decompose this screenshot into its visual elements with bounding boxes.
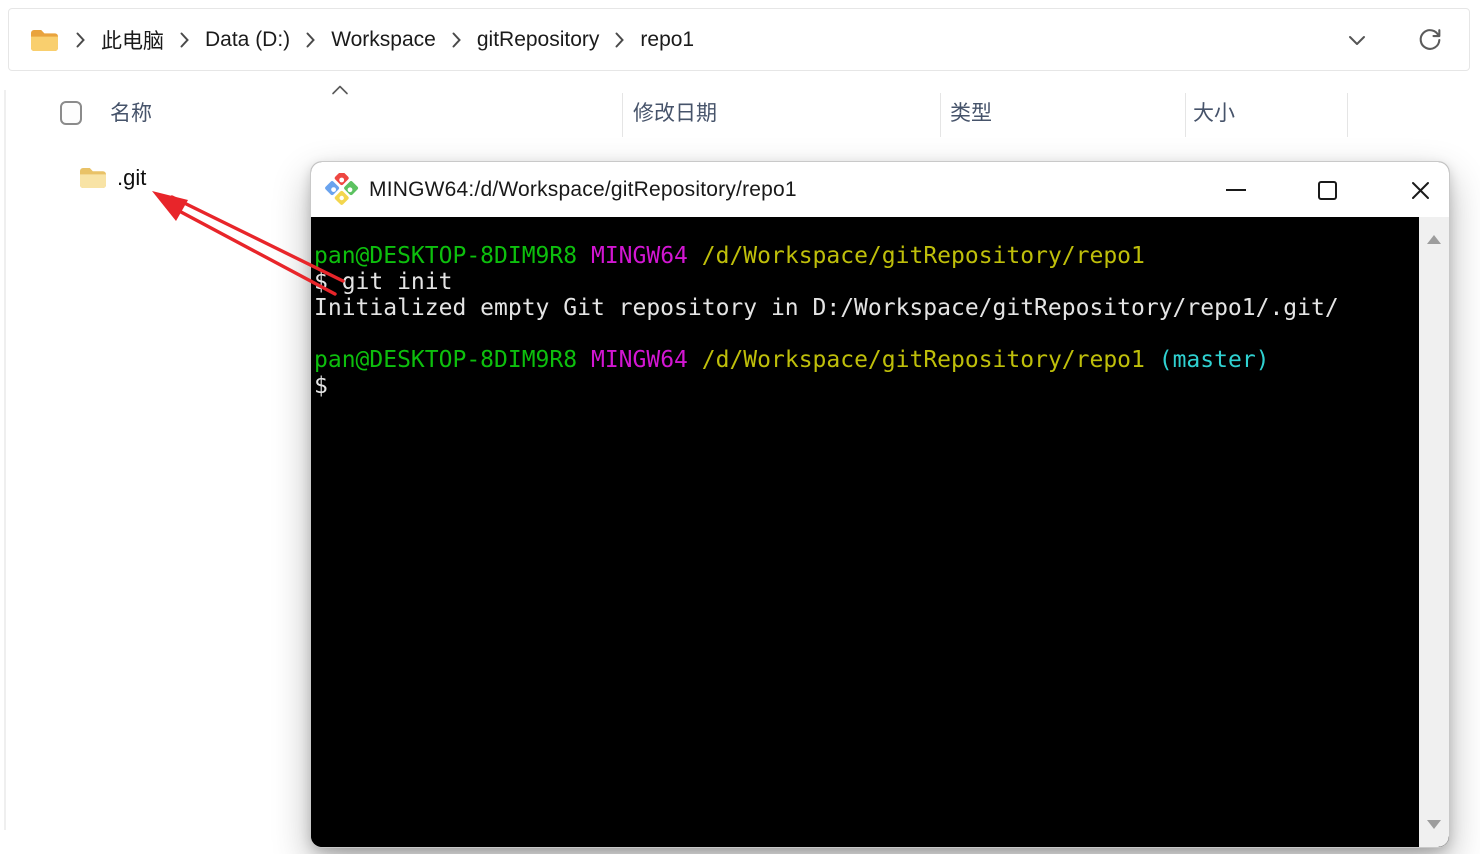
select-all-checkbox[interactable] xyxy=(60,101,82,125)
column-header-size[interactable]: 大小 xyxy=(1193,88,1235,140)
file-row-git[interactable]: .git xyxy=(0,160,300,198)
terminal-line: $ git init xyxy=(314,269,453,295)
scroll-up-icon[interactable] xyxy=(1427,235,1441,244)
column-divider[interactable] xyxy=(940,93,941,137)
breadcrumb-item-repo1[interactable]: repo1 xyxy=(640,28,694,52)
terminal-console[interactable]: pan@DESKTOP-8DIM9R8 MINGW64 /d/Workspace… xyxy=(311,217,1449,847)
breadcrumb-separator-icon xyxy=(75,31,86,49)
terminal-line: $ xyxy=(314,373,328,399)
breadcrumb-item-gitrepository[interactable]: gitRepository xyxy=(477,28,600,52)
folder-icon xyxy=(78,164,108,196)
breadcrumb-separator-icon xyxy=(451,31,462,49)
terminal-line: Initialized empty Git repository in D:/W… xyxy=(314,295,1339,321)
desktop: 此电脑 Data (D:) Workspace gitRepository re… xyxy=(0,0,1480,854)
column-divider[interactable] xyxy=(1185,93,1186,137)
git-bash-icon xyxy=(324,173,359,206)
scroll-down-icon[interactable] xyxy=(1427,820,1441,829)
close-button[interactable] xyxy=(1399,169,1441,211)
terminal-lines: pan@DESKTOP-8DIM9R8 MINGW64 /d/Workspace… xyxy=(314,243,1449,399)
breadcrumb-separator-icon xyxy=(179,31,190,49)
sort-ascending-icon[interactable] xyxy=(331,83,349,101)
maximize-button[interactable] xyxy=(1306,169,1348,211)
column-header-row: 名称 修改日期 类型 大小 xyxy=(0,85,1480,140)
breadcrumb-separator-icon xyxy=(614,31,625,49)
terminal-line: pan@DESKTOP-8DIM9R8 MINGW64 /d/Workspace… xyxy=(314,243,1145,269)
terminal-line: pan@DESKTOP-8DIM9R8 MINGW64 /d/Workspace… xyxy=(314,347,1270,373)
column-divider[interactable] xyxy=(622,93,623,137)
breadcrumb: 此电脑 Data (D:) Workspace gitRepository re… xyxy=(29,25,694,55)
column-header-date-modified[interactable]: 修改日期 xyxy=(633,88,717,140)
column-divider[interactable] xyxy=(1347,93,1348,137)
pane-divider xyxy=(4,90,6,830)
breadcrumb-item-this-pc[interactable]: 此电脑 xyxy=(101,25,164,55)
terminal-scrollbar[interactable] xyxy=(1419,217,1449,847)
breadcrumb-item-drive-d[interactable]: Data (D:) xyxy=(205,28,290,52)
address-bar[interactable]: 此电脑 Data (D:) Workspace gitRepository re… xyxy=(8,8,1470,71)
breadcrumb-separator-icon xyxy=(305,31,316,49)
minimize-button[interactable] xyxy=(1215,169,1257,211)
file-name[interactable]: .git xyxy=(117,165,146,191)
terminal-titlebar[interactable]: MINGW64:/d/Workspace/gitRepository/repo1 xyxy=(311,162,1449,217)
refresh-icon[interactable] xyxy=(1416,26,1444,54)
address-dropdown-icon[interactable] xyxy=(1344,27,1370,53)
terminal-title: MINGW64:/d/Workspace/gitRepository/repo1 xyxy=(369,177,797,201)
mingw64-terminal-window: MINGW64:/d/Workspace/gitRepository/repo1… xyxy=(311,162,1449,847)
column-header-type[interactable]: 类型 xyxy=(950,88,992,140)
column-header-name[interactable]: 名称 xyxy=(110,88,152,140)
breadcrumb-item-workspace[interactable]: Workspace xyxy=(331,28,436,52)
folder-icon xyxy=(29,27,60,53)
